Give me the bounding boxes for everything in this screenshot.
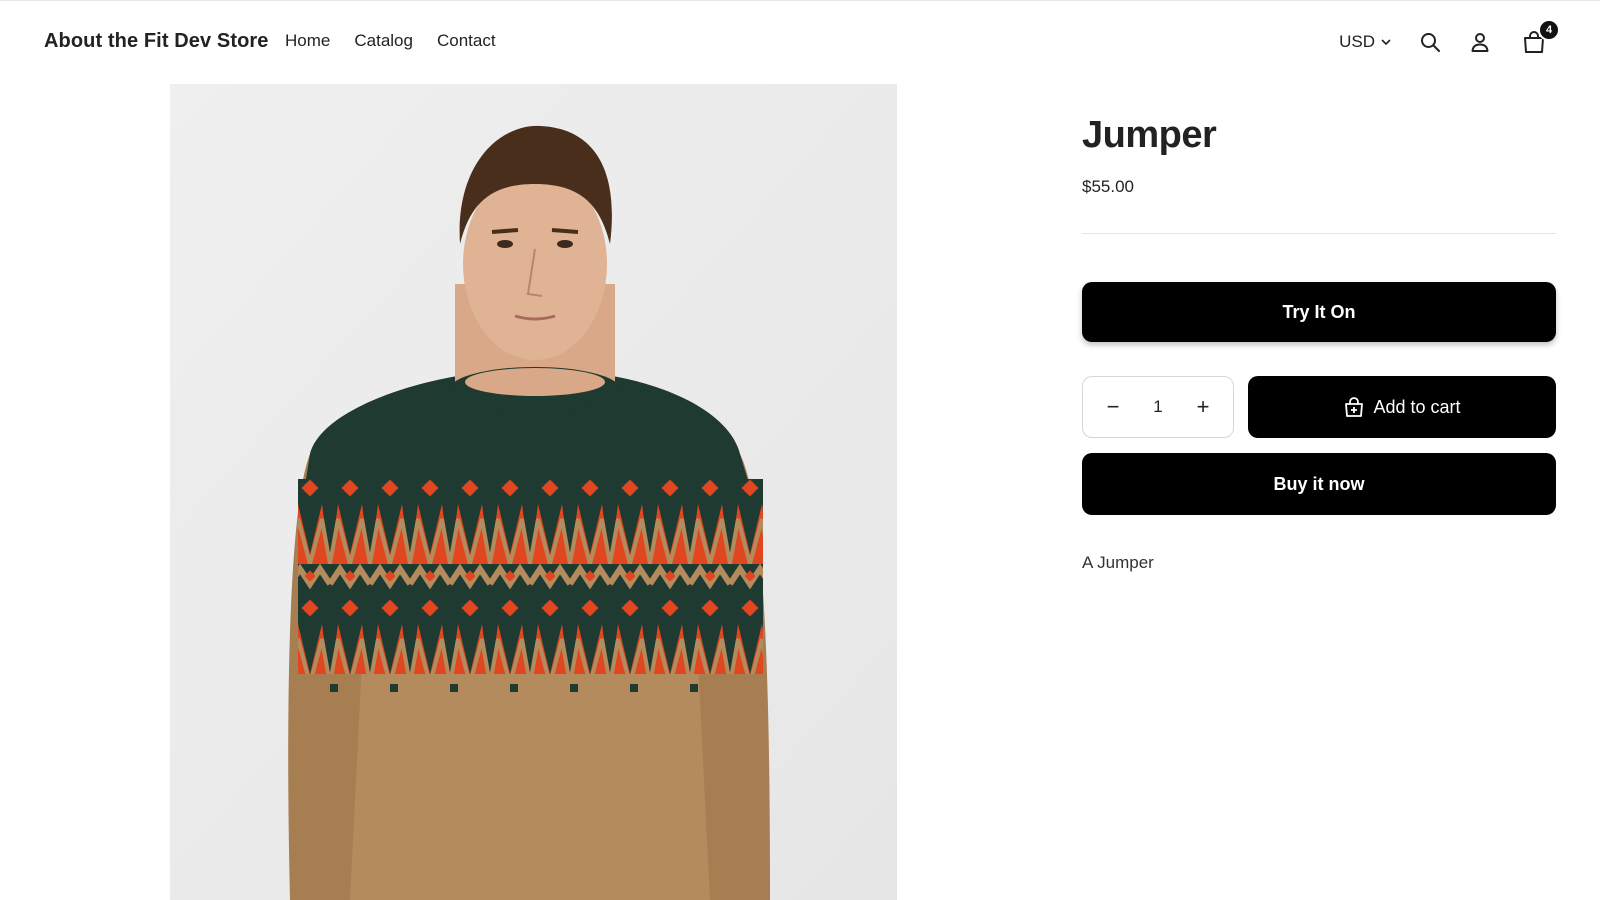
divider	[1082, 233, 1556, 234]
site-header: About the Fit Dev Store Home Catalog Con…	[0, 0, 1600, 84]
plus-icon[interactable]: +	[1195, 394, 1211, 420]
product-title: Jumper	[1082, 114, 1217, 156]
quantity-input[interactable]	[1138, 397, 1178, 417]
chevron-down-icon	[1381, 39, 1391, 46]
product-image[interactable]	[170, 84, 897, 900]
add-to-cart-label: Add to cart	[1373, 396, 1461, 417]
store-logo[interactable]: About the Fit Dev Store	[44, 30, 269, 53]
cart-row: − + Add to cart	[1082, 376, 1556, 438]
product-photo	[170, 84, 897, 900]
add-to-cart-button[interactable]: Add to cart	[1248, 376, 1556, 438]
nav-home[interactable]: Home	[285, 31, 330, 51]
product-price: $55.00	[1082, 177, 1134, 196]
product-description: A Jumper	[1082, 553, 1154, 572]
currency-label: USD	[1339, 32, 1375, 51]
quantity-stepper: − +	[1082, 376, 1234, 438]
cart-count-badge: 4	[1538, 19, 1560, 41]
add-to-cart-icon	[1345, 397, 1364, 417]
nav-contact[interactable]: Contact	[437, 31, 496, 51]
product-info: Jumper $55.00 Try It On − + Add to cart …	[1082, 84, 1556, 573]
search-icon[interactable]	[1418, 30, 1442, 54]
main-nav: Home Catalog Contact	[285, 31, 520, 51]
nav-catalog[interactable]: Catalog	[354, 31, 413, 51]
account-icon[interactable]	[1468, 30, 1492, 54]
header-actions: USD 4	[1339, 19, 1560, 62]
minus-icon[interactable]: −	[1105, 394, 1121, 420]
cart-button[interactable]: 4	[1520, 19, 1560, 56]
currency-selector[interactable]: USD	[1339, 32, 1392, 52]
try-it-on-button[interactable]: Try It On	[1082, 282, 1556, 342]
buy-it-now-button[interactable]: Buy it now	[1082, 453, 1556, 515]
